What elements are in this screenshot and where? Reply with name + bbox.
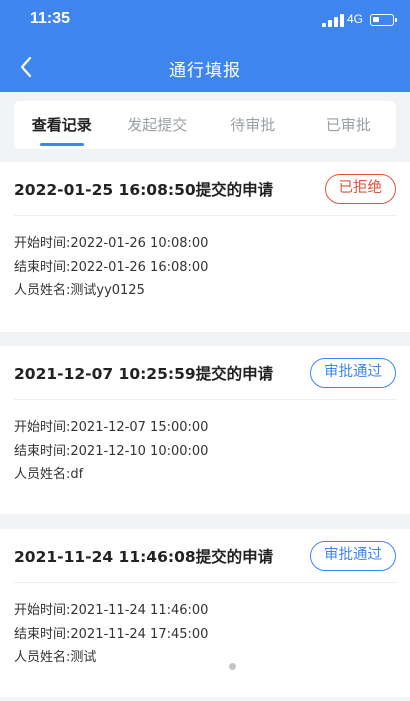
record-end-time: 结束时间:2021-11-24 17:45:00 (14, 626, 209, 642)
tab-pending[interactable]: 待审批 (205, 101, 301, 149)
status-bar: 11:35 4G (0, 0, 410, 42)
tabs-container: 查看记录 发起提交 待审批 已审批 (0, 92, 410, 162)
record-header: 2021-11-24 11:46:08提交的申请 审批通过 (14, 529, 396, 583)
record-title: 2021-12-07 10:25:59提交的申请 (14, 364, 274, 383)
status-badge[interactable]: 审批通过 (310, 357, 396, 388)
tab-approved[interactable]: 已审批 (301, 101, 397, 149)
record-start-time: 开始时间:2021-11-24 11:46:00 (14, 603, 209, 618)
record-header: 2022-01-25 16:08:50提交的申请 已拒绝 (14, 162, 396, 216)
battery-icon (370, 14, 397, 26)
record-end-time: 结束时间:2021-12-10 10:00:00 (14, 443, 209, 459)
record-details: 开始时间:2021-11-24 11:46:00 结束时间:2021-11-24… (14, 583, 396, 670)
record-details: 开始时间:2022-01-26 10:08:00 结束时间:2022-01-26… (14, 216, 396, 303)
record-card[interactable]: 2021-11-24 11:46:08提交的申请 审批通过 开始时间:2021-… (0, 529, 410, 697)
status-badge[interactable]: 已拒绝 (324, 173, 396, 204)
record-end-time: 结束时间:2022-01-26 16:08:00 (14, 259, 209, 275)
tab-submit[interactable]: 发起提交 (110, 101, 206, 149)
status-time: 11:35 (30, 10, 71, 27)
record-person-name: 人员姓名:df (14, 467, 84, 482)
record-start-time: 开始时间:2021-12-07 15:00:00 (14, 420, 209, 435)
record-title: 2022-01-25 16:08:50提交的申请 (14, 180, 274, 199)
page-title: 通行填报 (169, 61, 241, 81)
record-details: 开始时间:2021-12-07 15:00:00 结束时间:2021-12-10… (14, 400, 396, 487)
record-header: 2021-12-07 10:25:59提交的申请 审批通过 (14, 346, 396, 400)
scroll-indicator (229, 663, 236, 670)
record-person-name: 人员姓名:测试 (14, 650, 97, 665)
record-start-time: 开始时间:2022-01-26 10:08:00 (14, 236, 209, 251)
tab-view-records[interactable]: 查看记录 (14, 101, 110, 149)
record-card[interactable]: 2021-12-07 10:25:59提交的申请 审批通过 开始时间:2021-… (0, 346, 410, 514)
status-badge[interactable]: 审批通过 (310, 540, 396, 571)
network-type: 4G (347, 12, 364, 26)
record-person-name: 人员姓名:测试yy0125 (14, 283, 145, 298)
record-title: 2021-11-24 11:46:08提交的申请 (14, 547, 274, 566)
record-card[interactable]: 2022-01-25 16:08:50提交的申请 已拒绝 开始时间:2022-0… (0, 162, 410, 332)
app-header: 11:35 4G 通行填报 (0, 0, 410, 92)
tab-bar: 查看记录 发起提交 待审批 已审批 (14, 101, 396, 149)
signal-icon (322, 14, 344, 27)
nav-bar: 通行填报 (0, 42, 410, 92)
